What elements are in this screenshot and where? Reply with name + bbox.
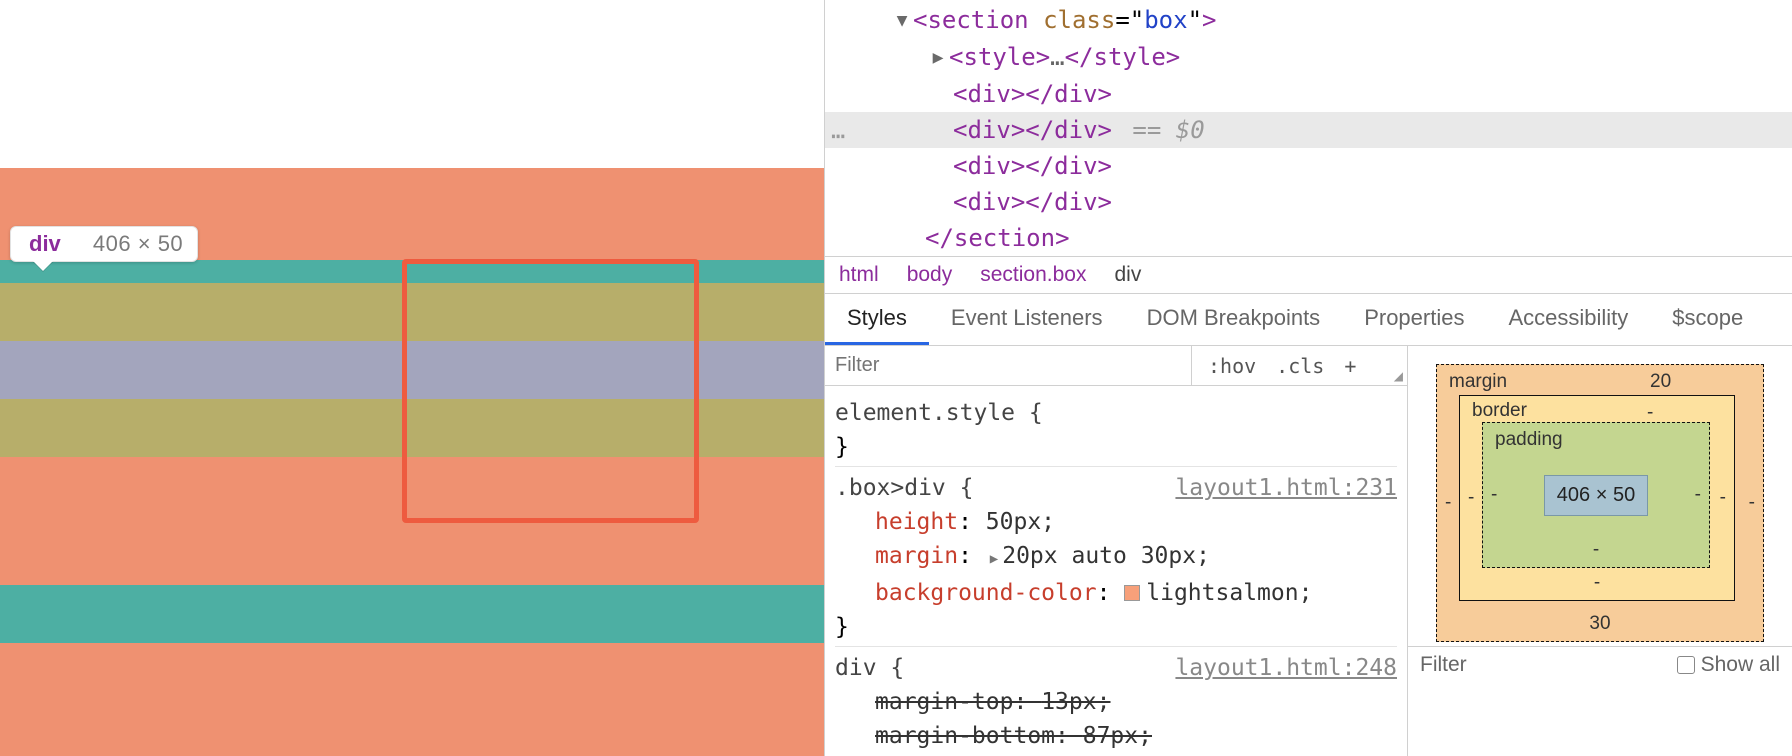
stripe (0, 551, 824, 585)
hov-toggle[interactable]: :hov (1198, 348, 1266, 384)
show-all-checkbox[interactable] (1677, 656, 1695, 674)
dom-node[interactable]: ⋯<div></div> == $0 (825, 112, 1792, 148)
dom-node[interactable]: <div></div> (825, 148, 1792, 184)
computed-footer: Filter Show all (1408, 646, 1792, 677)
stripe (0, 168, 824, 226)
stripe (0, 608, 824, 643)
styles-tabs[interactable]: StylesEvent ListenersDOM BreakpointsProp… (825, 293, 1792, 346)
expand-shorthand-icon[interactable]: ▶ (990, 551, 998, 567)
css-declaration[interactable]: height: 50px; (835, 505, 1397, 539)
tab-event-listeners[interactable]: Event Listeners (929, 294, 1125, 345)
computed-filter-label[interactable]: Filter (1420, 653, 1467, 677)
show-all-label[interactable]: Show all (1701, 653, 1780, 676)
breadcrumb-trail[interactable]: html body section.box div (825, 256, 1792, 293)
styles-filter-input[interactable] (825, 346, 1185, 385)
element-highlight-box (402, 259, 699, 523)
box-model-content[interactable]: 406 × 50 (1544, 475, 1648, 516)
breadcrumb-item[interactable]: body (907, 263, 953, 286)
css-declaration[interactable]: margin: ▶20px auto 30px; (835, 539, 1397, 576)
css-rule[interactable]: .box>div {layout1.html:231height: 50px;m… (835, 466, 1397, 644)
css-rule[interactable]: div {layout1.html:248margin-top: 13px;ma… (835, 646, 1397, 756)
add-rule-button[interactable]: + (1334, 348, 1366, 384)
resizer-icon[interactable]: ◢ (1394, 369, 1403, 383)
rendered-page-viewport[interactable]: div 406 × 50 (0, 0, 824, 756)
disclosure-icon[interactable]: ▼ (893, 3, 911, 39)
dom-node[interactable]: <div></div> (825, 76, 1792, 112)
dom-node[interactable]: <div></div> (825, 184, 1792, 220)
color-swatch[interactable] (1124, 585, 1140, 601)
css-rule[interactable]: element.style {} (835, 392, 1397, 464)
box-model-diagram[interactable]: margin 20 30 - - border - - - - (1408, 346, 1792, 646)
rule-source-link[interactable]: layout1.html:248 (1175, 651, 1397, 685)
styles-toolbar: :hov .cls + ◢ (825, 346, 1407, 386)
dom-node[interactable]: ▶<style>…</style> (825, 39, 1792, 76)
tooltip-dimensions: 406 × 50 (93, 231, 183, 256)
css-declaration[interactable]: background-color: lightsalmon; (835, 576, 1397, 610)
tab-styles[interactable]: Styles (825, 294, 929, 345)
stripe (0, 643, 824, 756)
cls-toggle[interactable]: .cls (1266, 348, 1334, 384)
rule-source-link[interactable]: layout1.html:231 (1175, 471, 1397, 505)
devtools-panel: ▼<section class="box">▶<style>…</style><… (824, 0, 1792, 756)
breadcrumb-item[interactable]: html (839, 263, 879, 286)
dom-tree[interactable]: ▼<section class="box">▶<style>…</style><… (825, 0, 1792, 256)
tab-accessibility[interactable]: Accessibility (1486, 294, 1650, 345)
dom-node[interactable]: ▼<section class="box"> (825, 2, 1792, 39)
tab--scope[interactable]: $scope (1650, 294, 1765, 345)
tooltip-element-name: div (29, 231, 61, 256)
tab-properties[interactable]: Properties (1342, 294, 1486, 345)
css-declaration[interactable]: margin-top: 13px; (835, 685, 1397, 719)
element-tooltip: div 406 × 50 (10, 226, 198, 262)
dom-node[interactable]: </section> (825, 220, 1792, 256)
breadcrumb-item[interactable]: section.box (980, 263, 1086, 286)
stripe (0, 585, 824, 608)
css-rules-list[interactable]: element.style {}.box>div {layout1.html:2… (825, 386, 1407, 756)
disclosure-icon[interactable]: ▶ (929, 40, 947, 76)
css-declaration[interactable]: margin-bottom: 87px; (835, 719, 1397, 753)
box-model-padding[interactable]: padding - - - 406 × 50 (1482, 422, 1710, 568)
tab-dom-breakpoints[interactable]: DOM Breakpoints (1125, 294, 1343, 345)
box-model-margin[interactable]: margin 20 30 - - border - - - - (1436, 364, 1764, 642)
breadcrumb-item[interactable]: div (1114, 263, 1141, 286)
box-model-border[interactable]: border - - - - padding - - - (1459, 395, 1735, 601)
